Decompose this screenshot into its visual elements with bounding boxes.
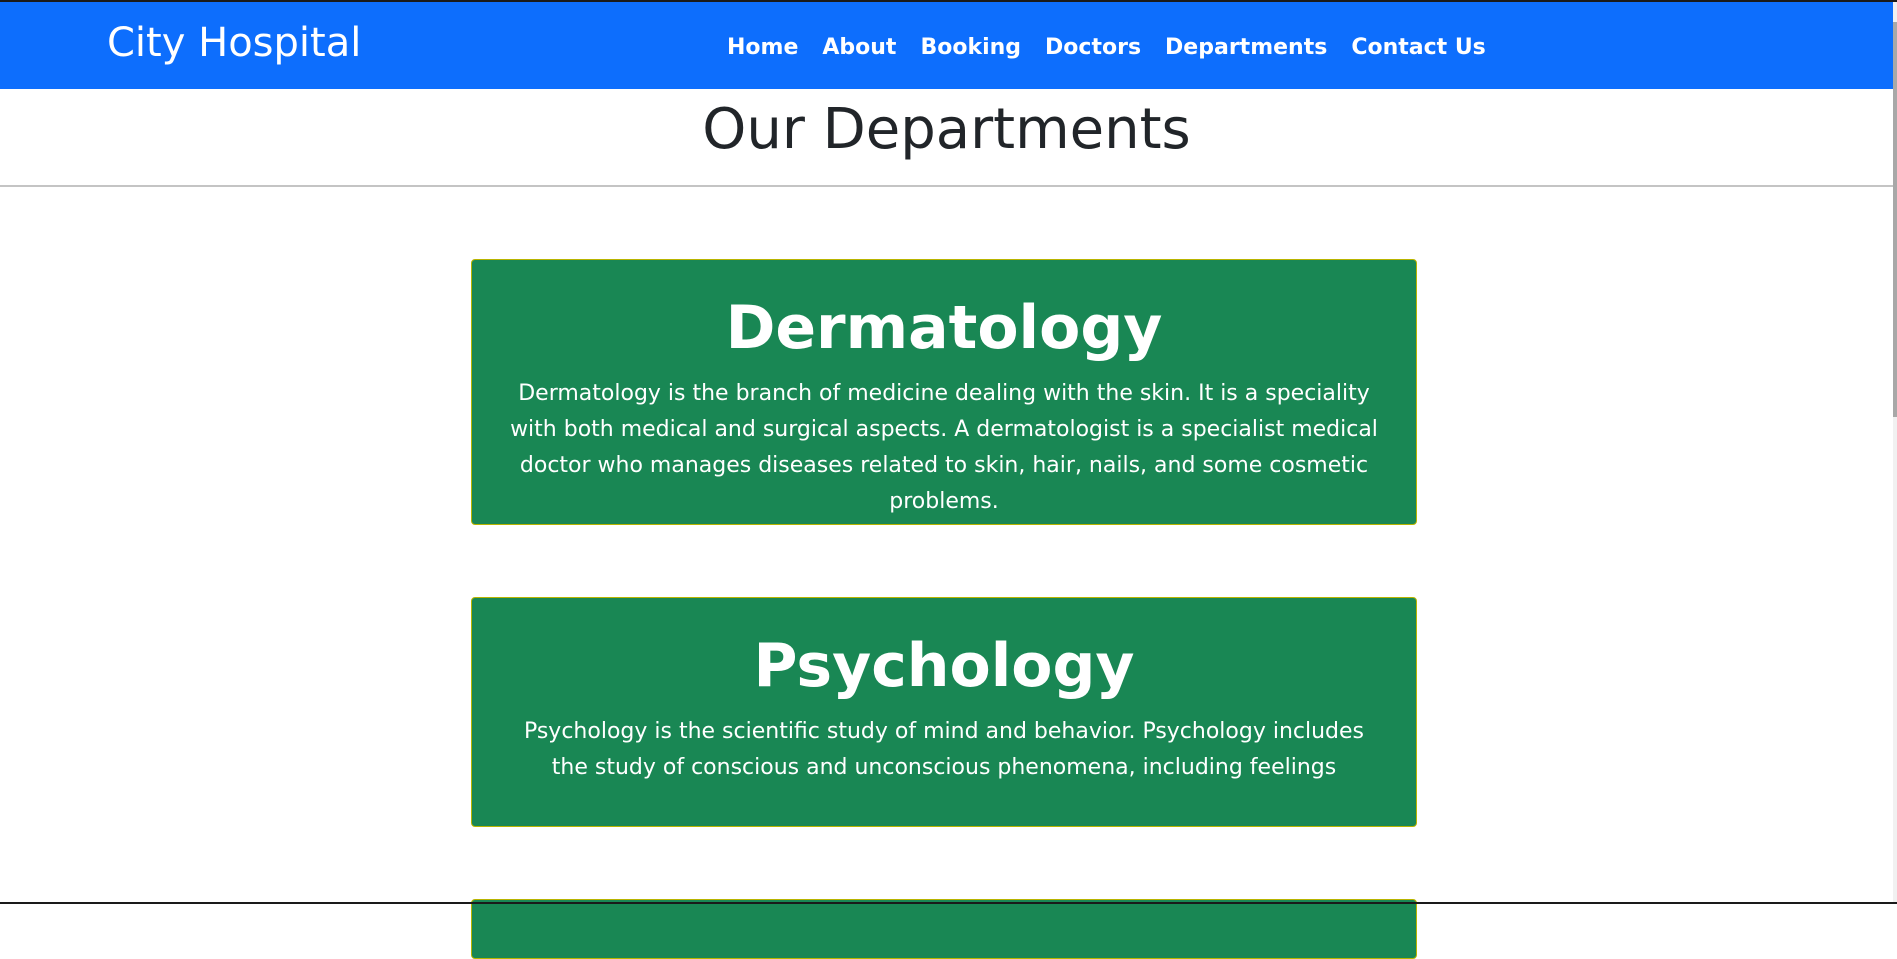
page-title: Our Departments bbox=[702, 97, 1191, 162]
department-description: Psychology is the scientific study of mi… bbox=[523, 719, 1365, 780]
department-card-dermatology: Dermatology Dermatology is the branch of… bbox=[471, 259, 1417, 525]
department-card-next bbox=[471, 899, 1417, 959]
page-scrollbar[interactable] bbox=[1893, 2, 1897, 904]
nav-link-home[interactable]: Home bbox=[715, 33, 810, 63]
nav-links: Home About Booking Doctors Departments C… bbox=[715, 31, 1498, 65]
nav-link-doctors[interactable]: Doctors bbox=[1033, 33, 1153, 63]
department-name: Psychology bbox=[753, 631, 1135, 701]
nav-link-booking[interactable]: Booking bbox=[908, 33, 1033, 63]
title-divider bbox=[0, 185, 1893, 187]
department-card-psychology: Psychology Psychology is the scientific … bbox=[471, 597, 1417, 827]
navbar: City Hospital Home About Booking Doctors… bbox=[0, 2, 1893, 89]
department-name: Dermatology bbox=[725, 293, 1163, 363]
nav-link-departments[interactable]: Departments bbox=[1153, 33, 1339, 63]
nav-link-contact-us[interactable]: Contact Us bbox=[1339, 33, 1497, 63]
scrollbar-thumb[interactable] bbox=[1893, 22, 1897, 417]
brand-link[interactable]: City Hospital bbox=[107, 18, 361, 68]
nav-link-about[interactable]: About bbox=[810, 33, 908, 63]
department-description: Dermatology is the branch of medicine de… bbox=[510, 381, 1378, 514]
